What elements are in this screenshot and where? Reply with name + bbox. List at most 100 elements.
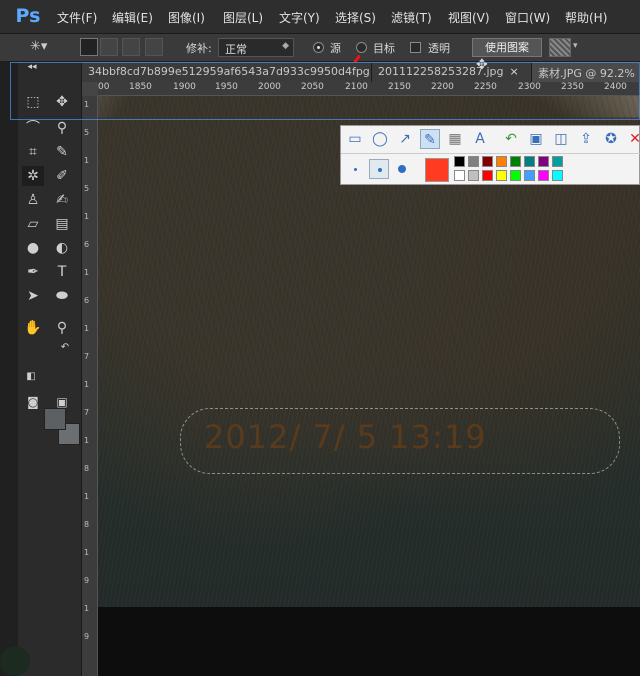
- ruler-tick: 1: [84, 604, 90, 613]
- current-color-swatch[interactable]: [425, 158, 449, 182]
- add-selection-button[interactable]: [100, 38, 118, 56]
- palette-color[interactable]: [482, 156, 493, 167]
- menu-edit[interactable]: 编辑(E): [112, 9, 153, 26]
- palette-color[interactable]: [454, 156, 465, 167]
- vertical-ruler: 1 5 1 5 1 6 1 6 1 7 1 7 1 8 1 8 1 9 1 9: [82, 96, 98, 676]
- palette-color[interactable]: [510, 170, 521, 181]
- pen-tool-icon[interactable]: ✒: [22, 262, 44, 282]
- mode-select[interactable]: 正常 ◆: [218, 38, 294, 57]
- menu-help[interactable]: 帮助(H): [565, 9, 607, 26]
- ruler-tick: 7: [84, 352, 90, 361]
- patch-tool-icon[interactable]: ✳▾: [30, 39, 56, 57]
- default-colors-icon[interactable]: ◧: [20, 367, 42, 387]
- ruler-tick: 1: [84, 492, 90, 501]
- close-icon[interactable]: ✕: [625, 129, 640, 149]
- patch-tool-icon[interactable]: ✲: [22, 166, 44, 186]
- quick-mask-icon[interactable]: ◙: [22, 392, 44, 412]
- swap-colors-icon[interactable]: ↶: [54, 338, 76, 358]
- ruler-tick: 8: [84, 464, 90, 473]
- palette-color[interactable]: [468, 156, 479, 167]
- source-label: 源: [330, 42, 341, 55]
- arrow-icon[interactable]: ↗: [395, 129, 415, 149]
- menu-type[interactable]: 文字(Y): [279, 9, 320, 26]
- size-medium-option[interactable]: [369, 159, 389, 179]
- use-pattern-button[interactable]: 使用图案: [472, 38, 542, 57]
- target-radio[interactable]: [356, 42, 367, 53]
- date-stamp: 2012/ 7/ 5 13:19: [204, 418, 487, 456]
- palette-color[interactable]: [552, 156, 563, 167]
- size-small-option[interactable]: [354, 168, 357, 171]
- crop-tool-icon[interactable]: ⌗: [22, 142, 44, 162]
- text-icon[interactable]: A: [470, 129, 490, 149]
- ruler-tick: 1: [84, 436, 90, 445]
- rectangle-icon[interactable]: ▭: [345, 129, 365, 149]
- eyedropper-icon[interactable]: ✎: [51, 142, 73, 162]
- history-brush-icon[interactable]: ✍: [51, 190, 73, 210]
- menu-filter[interactable]: 滤镜(T): [391, 9, 432, 26]
- menu-view[interactable]: 视图(V): [448, 9, 490, 26]
- ruler-tick: 1: [84, 380, 90, 389]
- palette-color[interactable]: [510, 156, 521, 167]
- subtract-selection-button[interactable]: [122, 38, 140, 56]
- palette-color[interactable]: [454, 170, 465, 181]
- mosaic-icon[interactable]: ▦: [445, 129, 465, 149]
- repair-label: 修补:: [186, 42, 212, 55]
- palette-color[interactable]: [496, 156, 507, 167]
- ruler-tick: 9: [84, 576, 90, 585]
- menu-layer[interactable]: 图层(L): [223, 9, 263, 26]
- ellipse-icon[interactable]: ◯: [370, 129, 390, 149]
- palette-color[interactable]: [482, 170, 493, 181]
- palette-color[interactable]: [468, 170, 479, 181]
- size-large-option[interactable]: [398, 165, 406, 173]
- type-tool-icon[interactable]: T: [51, 262, 73, 282]
- ruler-tick: 5: [84, 128, 90, 137]
- ruler-tick: 1: [84, 156, 90, 165]
- new-selection-button[interactable]: [80, 38, 98, 56]
- transparent-checkbox[interactable]: [410, 42, 421, 53]
- pen-icon[interactable]: ✎: [420, 129, 440, 149]
- stamp-tool-icon[interactable]: ♙: [22, 190, 44, 210]
- ruler-tick: 1: [84, 212, 90, 221]
- toolbox: ◂◂ ⬚ ✥ ⌒ ⚲ ⌗ ✎ ✲ ✐ ♙ ✍ ▱ ▤ ● ◐ ✒ T ➤ ⬬ ✋…: [18, 62, 82, 676]
- ruler-tick: 9: [84, 632, 90, 641]
- palette-color[interactable]: [524, 156, 535, 167]
- ruler-tick: 6: [84, 296, 90, 305]
- pin-icon[interactable]: ✪: [601, 129, 621, 149]
- hand-tool-icon[interactable]: ✋: [22, 318, 44, 338]
- chevron-down-icon: ◆: [282, 41, 289, 51]
- path-select-icon[interactable]: ➤: [22, 286, 44, 306]
- eraser-tool-icon[interactable]: ▱: [22, 214, 44, 234]
- palette-color[interactable]: [524, 170, 535, 181]
- intersect-selection-button[interactable]: [145, 38, 163, 56]
- palette-color[interactable]: [538, 156, 549, 167]
- menu-image[interactable]: 图像(I): [168, 9, 205, 26]
- palette-color[interactable]: [496, 170, 507, 181]
- options-bar: ✳▾ 修补: 正常 ◆ 源 目标 透明 使用图案 ▾: [0, 34, 640, 73]
- photoshop-window: Ps 文件(F) 编辑(E) 图像(I) 图层(L) 文字(Y) 选择(S) 滤…: [0, 0, 640, 676]
- menu-window[interactable]: 窗口(W): [505, 9, 550, 26]
- palette-color[interactable]: [538, 170, 549, 181]
- palette-color[interactable]: [552, 170, 563, 181]
- chevron-down-icon[interactable]: ▾: [573, 41, 578, 51]
- blur-tool-icon[interactable]: ●: [22, 238, 44, 258]
- zoom-tool-icon[interactable]: ⚲: [51, 318, 73, 338]
- source-radio[interactable]: [313, 42, 324, 53]
- menu-file[interactable]: 文件(F): [57, 9, 97, 26]
- ruler-tick: 5: [84, 184, 90, 193]
- ruler-tick: 6: [84, 240, 90, 249]
- share-icon[interactable]: ⇪: [576, 129, 596, 149]
- magic-wand-icon[interactable]: ⚲: [51, 118, 73, 138]
- undo-icon[interactable]: ↶: [501, 129, 521, 149]
- pattern-picker[interactable]: [549, 38, 571, 57]
- shape-tool-icon[interactable]: ⬬: [51, 286, 73, 306]
- copy-icon[interactable]: ◫: [551, 129, 571, 149]
- lasso-tool-icon[interactable]: ⌒: [22, 118, 44, 138]
- brush-tool-icon[interactable]: ✐: [51, 166, 73, 186]
- menu-bar: Ps 文件(F) 编辑(E) 图像(I) 图层(L) 文字(Y) 选择(S) 滤…: [0, 0, 640, 34]
- gradient-tool-icon[interactable]: ▤: [51, 214, 73, 234]
- target-label: 目标: [373, 42, 395, 55]
- menu-select[interactable]: 选择(S): [335, 9, 376, 26]
- dodge-tool-icon[interactable]: ◐: [51, 238, 73, 258]
- save-icon[interactable]: ▣: [526, 129, 546, 149]
- screen-mode-icon[interactable]: ▣: [51, 392, 73, 412]
